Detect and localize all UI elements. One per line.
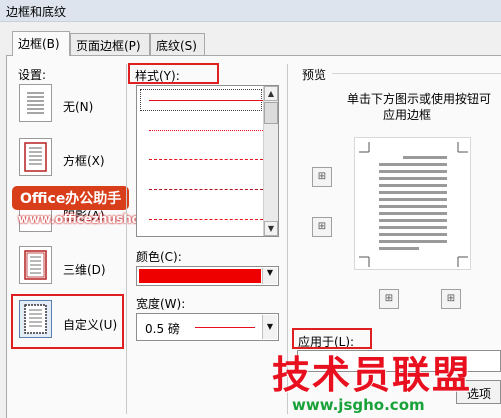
- page-lines-icon: [27, 92, 44, 114]
- style-line-dash-small[interactable]: [149, 189, 263, 190]
- top-border-icon[interactable]: ⊞: [312, 167, 332, 187]
- preview-text-line: [379, 226, 447, 229]
- color-label: 颜色(C):: [136, 250, 182, 264]
- style-highlight-frame: [128, 63, 219, 84]
- scroll-down-icon[interactable]: ▼: [264, 221, 278, 236]
- preview-text-line: [379, 191, 447, 194]
- style-listbox[interactable]: ▲ ▼: [136, 85, 279, 237]
- preview-text-line: [379, 240, 447, 243]
- window-title: 边框和底纹: [6, 5, 67, 19]
- width-sample-line: [195, 327, 255, 328]
- 3d-page-icon: [24, 250, 47, 280]
- setting-none-label[interactable]: 无(N): [63, 98, 93, 115]
- preview-text-line: [379, 219, 447, 222]
- preview-text-line: [379, 163, 447, 166]
- preview-text-line: [379, 177, 447, 180]
- tab-borders[interactable]: 边框(B): [12, 31, 70, 56]
- color-swatch: [139, 269, 261, 283]
- style-line-dotted[interactable]: [149, 130, 263, 131]
- width-label: 宽度(W):: [136, 297, 186, 311]
- setting-3d-label[interactable]: 三维(D): [63, 261, 106, 278]
- preview-text-line: [379, 212, 447, 215]
- custom-highlight-frame: [11, 294, 124, 349]
- preview-text-line: [379, 233, 447, 236]
- preview-separator: [332, 73, 501, 74]
- boxed-page-icon: [24, 142, 47, 172]
- tab-borders-label: 边框(B): [18, 37, 60, 51]
- site-watermark-url: www.jsgho.com: [292, 396, 425, 414]
- style-line-solid[interactable]: [149, 100, 263, 101]
- preview-text-line: [379, 205, 447, 208]
- setting-box-icon[interactable]: [19, 138, 52, 176]
- inside-horizontal-border-icon[interactable]: ⊞: [312, 217, 332, 237]
- preview-hint-1: 单击下方图示或使用按钮可: [347, 92, 492, 106]
- style-line-dashed[interactable]: [149, 159, 263, 160]
- color-dropdown[interactable]: ▼: [136, 266, 279, 286]
- scroll-up-icon[interactable]: ▲: [264, 86, 278, 101]
- preview-page[interactable]: [354, 137, 471, 270]
- preview-text-line: [379, 184, 447, 187]
- width-value: 0.5 磅: [145, 322, 180, 336]
- right-border-icon[interactable]: ⊞: [441, 289, 461, 309]
- preview-text-line: [379, 198, 447, 201]
- left-border-icon[interactable]: ⊞: [379, 289, 399, 309]
- tab-page-border[interactable]: 页面边框(P): [70, 33, 150, 55]
- setting-3d-icon[interactable]: [19, 246, 52, 284]
- scroll-thumb[interactable]: [264, 102, 278, 124]
- setting-box-label[interactable]: 方框(X): [63, 152, 105, 169]
- preview-text-line: [379, 170, 447, 173]
- chevron-down-icon[interactable]: ▼: [262, 315, 277, 339]
- setting-none-icon[interactable]: [19, 84, 52, 122]
- tab-shading[interactable]: 底纹(S): [150, 33, 205, 55]
- tab-shading-label: 底纹(S): [156, 39, 197, 53]
- style-scrollbar[interactable]: ▲ ▼: [263, 86, 278, 236]
- site-watermark: 技术员联盟: [272, 353, 473, 397]
- preview-text-line: [379, 247, 419, 250]
- column-divider: [126, 64, 127, 414]
- preview-label: 预览: [302, 68, 327, 82]
- chevron-down-icon[interactable]: ▼: [262, 268, 277, 284]
- title-bar: 边框和底纹: [0, 0, 501, 22]
- preview-hint-2: 应用边框: [383, 108, 432, 122]
- style-line-dash-dot[interactable]: [149, 219, 263, 220]
- preview-text-line: [403, 156, 447, 159]
- office-badge: Office办公助手: [12, 186, 130, 210]
- settings-label: 设置:: [18, 68, 47, 82]
- width-dropdown[interactable]: 0.5 磅 ▼: [136, 313, 279, 341]
- tab-page-border-label: 页面边框(P): [76, 39, 141, 53]
